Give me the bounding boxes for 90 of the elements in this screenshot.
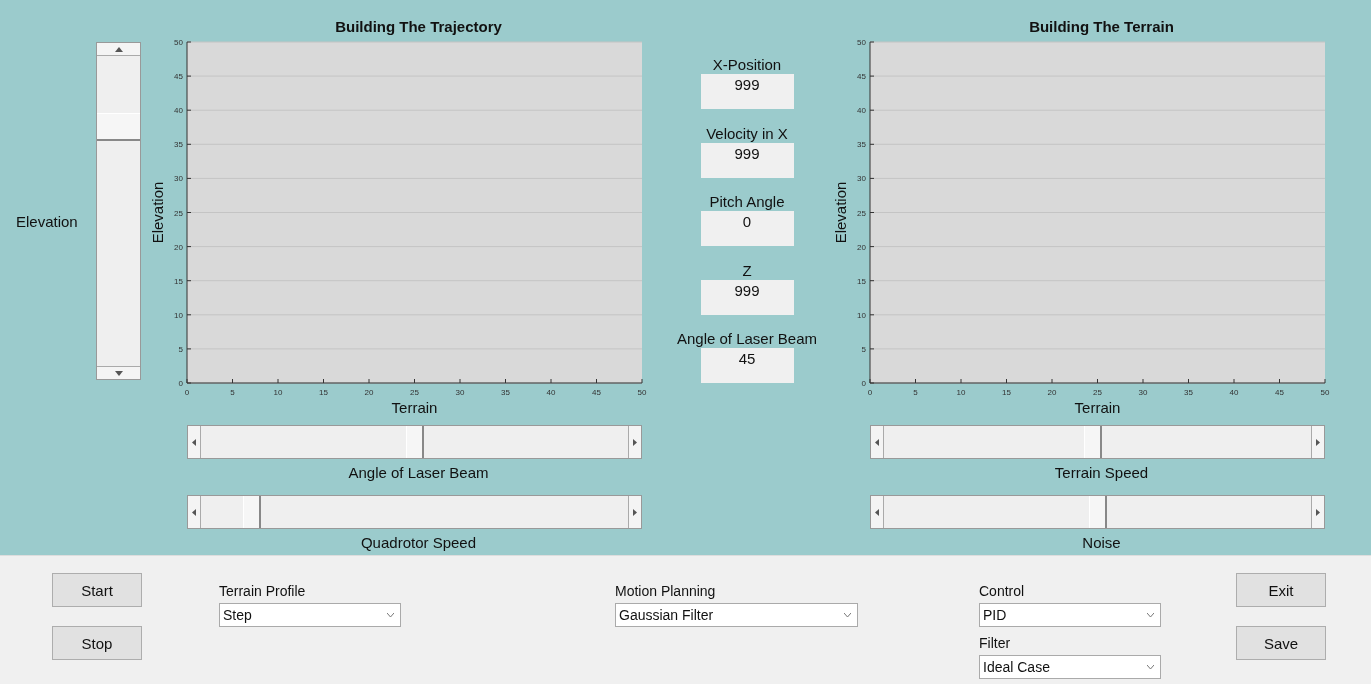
x-tick-label: 0 [184, 388, 190, 397]
readout-field: 999 [700, 74, 794, 109]
x-axis-label: Terrain [391, 399, 438, 416]
chevron-icon [844, 613, 851, 617]
x-tick-label: 25 [410, 388, 419, 397]
y-axis-label: Elevation [832, 181, 849, 244]
y-tick-label: 10 [174, 310, 183, 320]
readout-label: Z [742, 261, 752, 280]
readout-label: X-Position [712, 56, 782, 74]
y-axis-label: Elevation [149, 181, 166, 244]
chart-title: Building The Trajectory [334, 18, 503, 36]
chart-title: Building The Terrain [1028, 18, 1175, 36]
y-tick-label: 35 [857, 140, 866, 150]
dropdown[interactable]: PID [979, 603, 1161, 627]
horizontal-slider[interactable] [870, 425, 1325, 459]
slider-label: Angle of Laser Beam [347, 463, 490, 483]
y-tick-label: 10 [857, 310, 866, 320]
horizontal-slider[interactable] [870, 495, 1325, 529]
chevron-icon [1147, 665, 1154, 669]
x-tick-label: 40 [1229, 388, 1239, 397]
slider-thumb[interactable] [1084, 426, 1103, 458]
horizontal-slider[interactable] [187, 495, 642, 529]
horizontal-slider[interactable] [187, 425, 642, 459]
readout-field: 999 [700, 279, 794, 315]
y-tick-label: 5 [178, 344, 183, 354]
y-tick-label: 20 [174, 242, 183, 252]
x-tick-label: 35 [501, 388, 510, 397]
y-tick-label: 40 [174, 106, 183, 116]
x-tick-label: 50 [637, 388, 647, 397]
x-tick-label: 10 [956, 388, 966, 397]
x-tick-label: 15 [1002, 388, 1011, 397]
slider-label: Noise [1081, 533, 1122, 553]
readout-label: Pitch Angle [709, 193, 785, 211]
x-tick-label: 30 [1138, 388, 1148, 397]
readout-label: Angle of Laser Beam [676, 330, 818, 348]
y-tick-label: 0 [861, 379, 866, 388]
y-tick-label: 0 [178, 379, 183, 388]
y-tick-label: 25 [174, 208, 183, 218]
y-tick-label: 5 [861, 344, 866, 354]
slider-thumb[interactable] [243, 496, 262, 528]
y-tick-label: 15 [174, 276, 183, 286]
y-tick-label: 50 [857, 38, 866, 47]
y-tick-label: 30 [174, 174, 183, 184]
y-tick-label: 20 [857, 242, 866, 252]
dropdown[interactable]: Step [219, 603, 401, 627]
readout-field: 0 [700, 211, 794, 246]
x-tick-label: 10 [273, 388, 283, 397]
x-tick-label: 35 [1184, 388, 1193, 397]
push-button[interactable]: Start [52, 573, 142, 607]
y-tick-label: 30 [857, 174, 866, 184]
push-button[interactable]: Save [1236, 626, 1326, 660]
x-tick-label: 0 [867, 388, 873, 397]
y-tick-label: 45 [174, 72, 183, 82]
chevron-icon [1147, 613, 1154, 617]
y-tick-label: 15 [857, 276, 866, 286]
dropdown[interactable]: Ideal Case [979, 655, 1161, 679]
slider-label: Quadrotor Speed [359, 533, 478, 553]
x-tick-label: 25 [1093, 388, 1102, 397]
slider-thumb[interactable] [1088, 496, 1107, 528]
dropdown-label: Filter [979, 634, 1012, 652]
x-tick-label: 45 [592, 388, 601, 397]
dropdown-label: Terrain Profile [219, 582, 307, 600]
x-tick-label: 5 [913, 388, 918, 397]
y-tick-label: 35 [174, 140, 183, 150]
chevron-icon [387, 613, 394, 617]
x-tick-label: 40 [546, 388, 556, 397]
x-tick-label: 45 [1275, 388, 1284, 397]
slider-label: Terrain Speed [1053, 463, 1150, 483]
readout-field: 45 [700, 348, 794, 383]
elevation-label: Elevation [16, 213, 79, 230]
dropdown-label: Motion Planning [615, 582, 717, 600]
x-tick-label: 50 [1320, 388, 1330, 397]
slider-thumb[interactable] [405, 426, 424, 458]
x-tick-label: 20 [1047, 388, 1057, 397]
y-tick-label: 50 [174, 38, 183, 47]
x-tick-label: 15 [319, 388, 328, 397]
x-tick-label: 5 [230, 388, 235, 397]
push-button[interactable]: Exit [1236, 573, 1326, 607]
readout-field: 999 [700, 142, 794, 178]
y-tick-label: 40 [857, 106, 866, 116]
push-button[interactable]: Stop [52, 626, 142, 660]
y-tick-label: 45 [857, 72, 866, 82]
dropdown-label: Control [979, 582, 1026, 600]
x-tick-label: 20 [364, 388, 374, 397]
x-tick-label: 30 [455, 388, 465, 397]
readout-label: Velocity in X [706, 124, 788, 143]
dropdown[interactable]: Gaussian Filter [615, 603, 858, 627]
y-tick-label: 25 [857, 208, 866, 218]
x-axis-label: Terrain [1074, 399, 1121, 416]
elevation-slider[interactable] [96, 42, 141, 380]
